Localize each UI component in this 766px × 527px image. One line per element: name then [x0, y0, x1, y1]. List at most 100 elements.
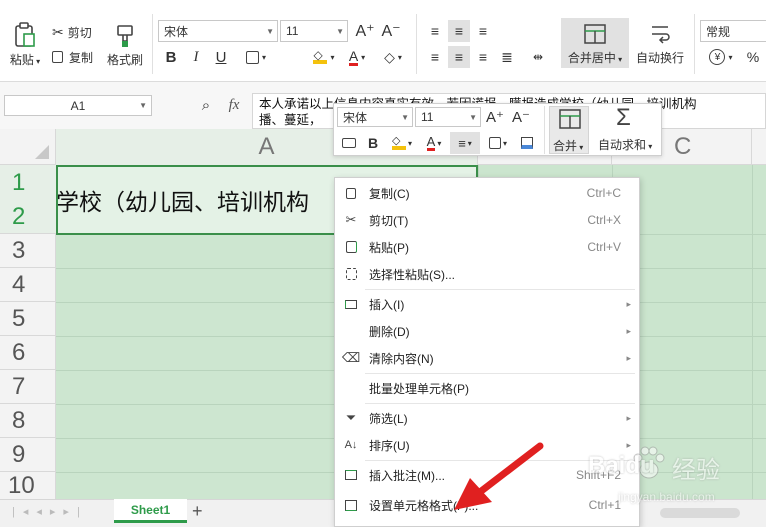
- menu-item-paste-special[interactable]: 选择性粘贴(S)...: [335, 261, 639, 287]
- mini-fill-color-button[interactable]: ◇ ▾: [388, 132, 416, 154]
- menu-item-delete[interactable]: 删除(D) ▸: [335, 318, 639, 344]
- zoom-function-button[interactable]: ⌕: [196, 95, 216, 115]
- chevron-down-icon: ▼: [139, 101, 147, 110]
- chevron-down-icon: ▼: [401, 112, 409, 122]
- ribbon-toolbar: 粘贴 ▾ ✂ 剪切 复制 格式刷 宋体 ▼ 11 ▼ A⁺ A⁻ B I U ▾ ◇ ▾…: [0, 0, 766, 82]
- mini-merge-button[interactable]: 合并 ▾: [549, 106, 589, 154]
- select-all-corner[interactable]: [0, 129, 56, 165]
- insert-function-button[interactable]: fx: [222, 95, 246, 115]
- menu-item-paste[interactable]: 粘贴(P) Ctrl+V: [335, 234, 639, 260]
- menu-item-cut[interactable]: ✂ 剪切(T) Ctrl+X: [335, 207, 639, 233]
- align-left-icon: ≡: [430, 49, 440, 65]
- percent-button[interactable]: %: [742, 46, 764, 68]
- mini-increase-font-button[interactable]: A⁺: [484, 107, 506, 127]
- mini-border-button[interactable]: ▾: [484, 132, 512, 154]
- menu-separator: [365, 403, 635, 404]
- mini-font-color-button[interactable]: A ▾: [420, 132, 448, 154]
- add-sheet-button[interactable]: +: [192, 501, 203, 522]
- decrease-font-button[interactable]: A⁻: [380, 20, 402, 42]
- menu-item-label: 排序(U): [369, 438, 410, 453]
- menu-item-batch-process[interactable]: 批量处理单元格(P): [335, 375, 639, 401]
- font-color-button[interactable]: A ▾: [342, 46, 372, 68]
- mini-font-name-select[interactable]: 宋体 ▼: [337, 107, 413, 127]
- sort-icon: A↓: [344, 439, 358, 451]
- fill-color-button[interactable]: ◇ ▾: [306, 46, 342, 68]
- align-left-button[interactable]: ≡: [424, 46, 446, 68]
- menu-item-label: 剪切(T): [369, 213, 409, 228]
- menu-item-insert[interactable]: 插入(I) ▸: [335, 291, 639, 317]
- menu-item-clear-contents[interactable]: ⌫ 清除内容(N) ▸: [335, 345, 639, 371]
- align-center-icon: ≡: [454, 49, 464, 65]
- wrap-text-button[interactable]: 自动换行: [632, 18, 688, 68]
- submenu-arrow-icon: ▸: [626, 298, 631, 309]
- clear-format-button[interactable]: ◇ ▾: [378, 46, 408, 68]
- align-bottom-button[interactable]: ≡: [472, 20, 494, 42]
- row-header-2[interactable]: 2: [0, 200, 56, 234]
- insert-icon: [343, 296, 359, 312]
- italic-button[interactable]: I: [185, 46, 207, 68]
- row-header-6[interactable]: 6: [0, 336, 56, 370]
- format-painter-label: 格式刷: [106, 53, 143, 67]
- paste-button[interactable]: 粘贴 ▾: [4, 18, 46, 68]
- number-format-value: 常规: [706, 24, 731, 39]
- row-header-5[interactable]: 5: [0, 302, 56, 336]
- menu-item-copy[interactable]: 复制(C) Ctrl+C: [335, 180, 639, 206]
- wrap-icon: [342, 138, 356, 148]
- mini-bold-button[interactable]: B: [362, 132, 384, 154]
- cell-a1-text: 学校（幼儿园、培训机构: [56, 190, 309, 216]
- menu-item-label: 复制(C): [369, 186, 410, 201]
- distribute-button[interactable]: ⇹: [530, 26, 554, 66]
- mini-decrease-font-button[interactable]: A⁻: [510, 107, 532, 127]
- menu-separator: [365, 373, 635, 374]
- font-increase-icon: A⁺: [486, 109, 504, 126]
- align-center-button[interactable]: ≡: [448, 46, 470, 68]
- baidu-watermark: Baidu 经验 jingyan.baidu.com: [588, 442, 766, 512]
- cut-label: 剪切: [67, 25, 92, 40]
- font-color-icon: A: [426, 134, 436, 151]
- scissors-icon: ✂: [345, 212, 357, 227]
- align-right-button[interactable]: ≡: [472, 46, 494, 68]
- name-box[interactable]: A1 ▼: [4, 95, 152, 116]
- paste-label: 粘贴: [9, 53, 34, 67]
- row-header-7[interactable]: 7: [0, 370, 56, 404]
- row-header-9[interactable]: 9: [0, 438, 56, 472]
- align-middle-button[interactable]: ≡: [448, 20, 470, 42]
- font-decrease-icon: A⁻: [512, 109, 530, 126]
- row-header-8[interactable]: 8: [0, 404, 56, 438]
- increase-font-button[interactable]: A⁺: [354, 20, 376, 42]
- row-header-3[interactable]: 3: [0, 234, 56, 268]
- bold-button[interactable]: B: [160, 46, 182, 68]
- mini-wrap-button[interactable]: [338, 132, 360, 154]
- font-size-select[interactable]: 11 ▼: [280, 20, 348, 42]
- paste-icon: [343, 239, 359, 255]
- format-painter-button[interactable]: 格式刷: [104, 18, 146, 68]
- row-header-10[interactable]: 10: [0, 472, 56, 499]
- cut-button[interactable]: ✂ 剪切: [52, 22, 92, 42]
- font-name-select[interactable]: 宋体 ▼: [158, 20, 278, 42]
- menu-item-shortcut: Ctrl+V: [587, 240, 621, 254]
- underline-button[interactable]: U: [210, 46, 232, 68]
- copy-button[interactable]: 复制: [52, 47, 93, 67]
- font-color-icon: A: [348, 47, 359, 66]
- menu-item-filter[interactable]: ⏷ 筛选(L) ▸: [335, 405, 639, 431]
- font-increase-icon: A⁺: [355, 23, 375, 40]
- mini-font-size-select[interactable]: 11 ▼: [415, 107, 481, 127]
- menu-separator: [365, 289, 635, 290]
- mini-autosum-button[interactable]: Σ 自动求和 ▾: [594, 104, 660, 154]
- currency-button[interactable]: ¥ ▾: [704, 46, 738, 68]
- number-format-select[interactable]: 常规: [700, 20, 766, 42]
- row-header-4[interactable]: 4: [0, 268, 56, 302]
- align-top-button[interactable]: ≡: [424, 20, 446, 42]
- merge-center-button[interactable]: 合并居中 ▾: [561, 18, 629, 68]
- justify-button[interactable]: ≣: [496, 46, 518, 68]
- sheet-tab-sheet1[interactable]: Sheet1: [114, 499, 187, 523]
- copy-icon: [52, 51, 63, 63]
- mini-align-button[interactable]: ≡ ▾: [450, 132, 480, 154]
- sheet-nav-arrows[interactable]: |◂◂▸▸|: [12, 505, 88, 518]
- align-center-icon: ≡: [458, 135, 466, 151]
- row-header-1[interactable]: 1: [0, 165, 56, 200]
- chevron-down-icon: ▼: [469, 112, 477, 122]
- menu-item-label: 插入批注(M)...: [369, 468, 445, 483]
- border-button[interactable]: ▾: [238, 46, 274, 68]
- mini-format-painter-button[interactable]: [516, 132, 538, 154]
